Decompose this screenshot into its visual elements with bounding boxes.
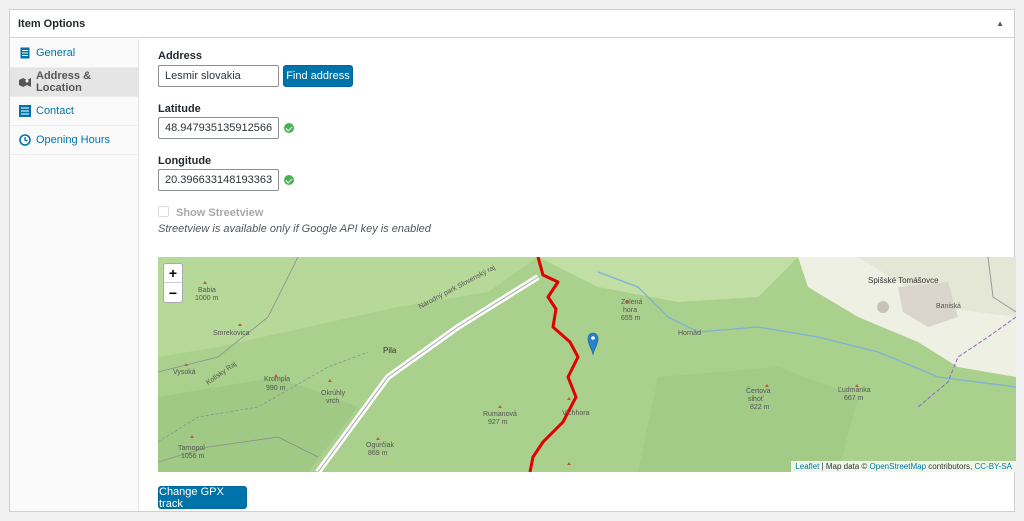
map-label-zelena-elev: hora [623,307,637,314]
map-label-certova-elev: sihoť [748,396,764,403]
map-label-rumanova-elev: 927 m [488,419,508,426]
map-label-rumanova: Rumanová [483,411,517,418]
map-label-ogurciak: Ogurčiak [366,442,395,449]
map-label-tarnopol: Tarnopol [178,445,205,452]
options-content: Address Find address Latitude Longitude … [148,39,1016,511]
sidebar-item-label: General [36,47,76,59]
map-label-babia: Babia [198,287,216,294]
map-label-vysoka: Vysoká [173,369,196,376]
sidebar-item-contact[interactable]: Contact [10,97,138,126]
collapse-toggle-icon[interactable]: ▲ [996,19,1004,28]
map-attribution: Leaflet | Map data © OpenStreetMap contr… [791,461,1016,472]
map-label-hornad: Hornád [678,330,701,337]
sidebar-item-label: Contact [36,105,74,117]
zoom-in-button[interactable]: + [164,264,182,283]
sidebar-item-opening-hours[interactable]: Opening Hours [10,126,138,155]
location-map[interactable]: Spišské Tomášovce Baniská Pila Babia 100… [158,257,1016,472]
change-gpx-track-button[interactable]: Change GPX track [158,486,247,510]
panel-title: Item Options [18,17,86,30]
streetview-checkbox[interactable] [158,206,169,217]
attribution-contributors: contributors, [926,462,975,471]
map-label-babia-elev: 1000 m [195,295,219,302]
item-options-panel: Item Options ▲ General Address & Locatio… [9,9,1016,512]
latitude-valid-icon [284,123,294,133]
options-sidebar: General Address & Location Contact Openi… [10,39,139,511]
map-label-baniska: Baniská [936,303,961,310]
document-icon [19,47,31,59]
openstreetmap-link[interactable]: OpenStreetMap [870,462,926,471]
zoom-out-button[interactable]: − [164,283,182,302]
map-label-smrekovica: Smrekovica [213,330,250,337]
map-label-certova: Čertova [746,386,771,395]
sidebar-item-label: Opening Hours [36,134,110,146]
sidebar-item-general[interactable]: General [10,39,138,68]
longitude-valid-icon [284,175,294,185]
longitude-label: Longitude [158,155,212,167]
leaflet-link[interactable]: Leaflet [795,462,819,471]
panel-header: Item Options ▲ [10,10,1014,38]
map-label-ludmanka-elev: 667 m [844,395,864,402]
latitude-input[interactable] [158,117,279,139]
longitude-input[interactable] [158,169,279,191]
map-label-vichhora: Vichhora [562,410,590,417]
map-label-national-park: Národný park Slovenský raj [418,264,497,311]
latitude-label: Latitude [158,103,201,115]
map-label-certova-alt: 822 m [750,404,770,411]
find-address-button[interactable]: Find address [283,65,353,87]
map-label-ogurciak-elev: 869 m [368,450,388,457]
sidebar-item-label: Address & Location [36,70,92,94]
streetview-hint: Streetview is available only if Google A… [158,223,431,235]
address-input[interactable] [158,65,279,87]
zoom-control: + − [163,263,183,303]
license-link[interactable]: CC-BY-SA [975,462,1013,471]
clock-icon [19,134,31,146]
address-label: Address [158,50,203,62]
map-label-kolisky-raj: Kolísky Raj [205,361,238,387]
map-label-tarnopol-elev: 1056 m [181,453,205,460]
map-label-krompla: Krompla [264,376,290,383]
streetview-label: Show Streetview [176,207,264,219]
list-icon [19,105,31,117]
map-label-zelena-alt: 655 m [621,315,641,322]
map-label-zelena: Zelená [621,299,643,306]
map-label-krompla-elev: 990 m [266,385,286,392]
map-labels: Spišské Tomášovce Baniská Pila Babia 100… [173,264,961,460]
map-label-okruhly: Okrúhly [321,390,346,397]
map-icon [19,76,31,88]
map-label-ludmanka: Ľudmanka [838,387,871,394]
map-label-okruhly-elev: vrch [326,398,339,405]
attribution-text: | Map data © [819,462,870,471]
map-label-pila: Pila [383,346,397,355]
sidebar-item-address-location[interactable]: Address & Location [10,68,138,97]
map-label-spisske-tomasovce: Spišské Tomášovce [868,276,939,285]
